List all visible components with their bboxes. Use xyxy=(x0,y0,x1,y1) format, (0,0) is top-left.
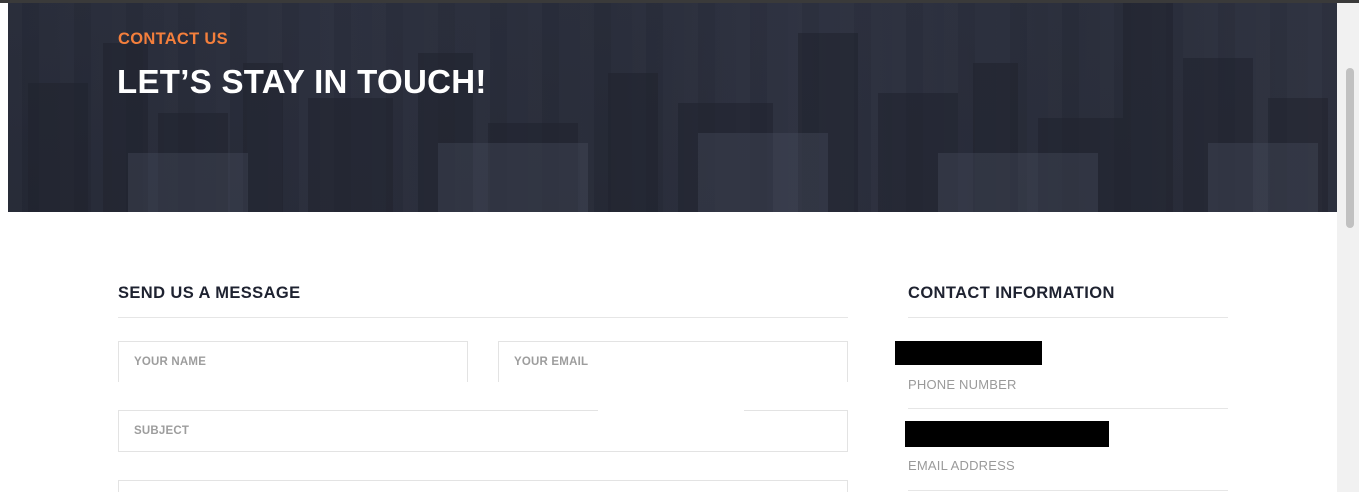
email-input[interactable]: YOUR EMAIL xyxy=(498,341,848,382)
hero-banner: CONTACT US LET’S STAY IN TOUCH! xyxy=(8,3,1337,212)
redacted-email-value xyxy=(905,421,1109,447)
subject-input[interactable]: SUBJECT xyxy=(118,410,848,452)
scrollbar-thumb[interactable] xyxy=(1346,68,1354,228)
phone-label: PHONE NUMBER xyxy=(908,377,1017,392)
email-input-placeholder: YOUR EMAIL xyxy=(514,356,589,368)
email-divider xyxy=(908,490,1228,491)
form-heading: SEND US A MESSAGE xyxy=(118,284,301,302)
name-input[interactable]: YOUR NAME xyxy=(118,341,468,382)
field-overlap-gap xyxy=(598,404,744,412)
phone-divider xyxy=(908,408,1228,409)
message-textarea[interactable] xyxy=(118,480,848,492)
page-title: LET’S STAY IN TOUCH! xyxy=(117,63,487,100)
redacted-phone-value xyxy=(895,341,1042,365)
page-scrollbar[interactable] xyxy=(1337,3,1359,492)
name-input-placeholder: YOUR NAME xyxy=(134,356,207,368)
contact-info-heading: CONTACT INFORMATION xyxy=(908,284,1115,302)
contact-info-divider xyxy=(908,317,1228,318)
hero-kicker: CONTACT US xyxy=(118,30,228,48)
email-address-label: EMAIL ADDRESS xyxy=(908,458,1015,473)
form-heading-divider xyxy=(118,317,848,318)
subject-input-placeholder: SUBJECT xyxy=(134,425,190,437)
